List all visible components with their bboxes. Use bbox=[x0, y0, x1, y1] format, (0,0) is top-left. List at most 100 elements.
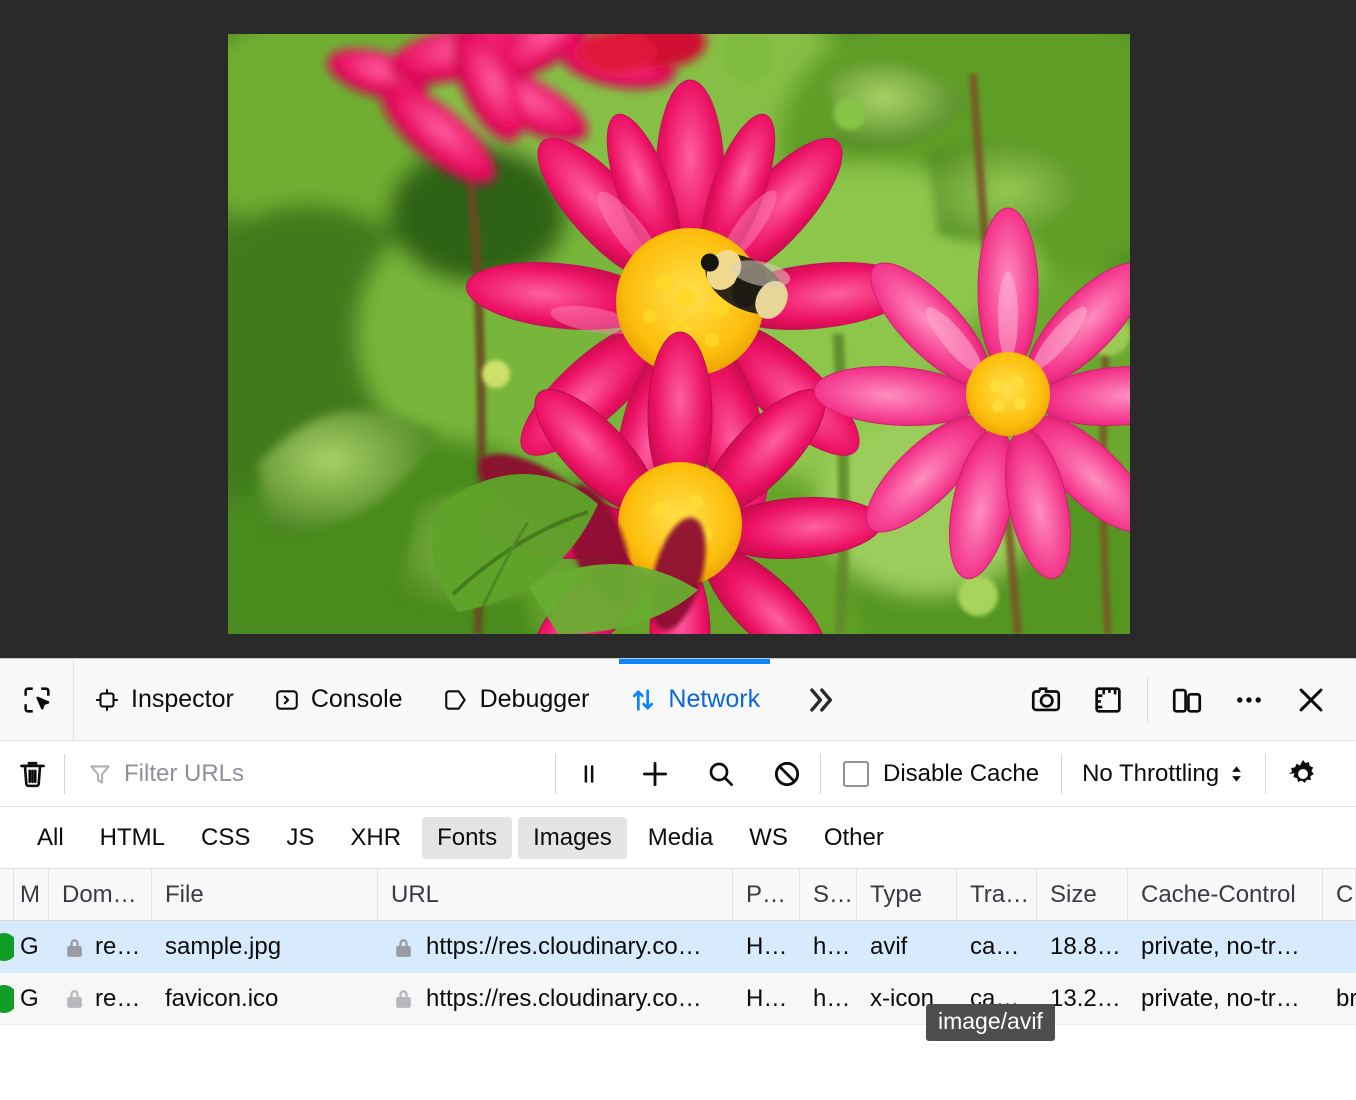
pause-requests-button[interactable] bbox=[556, 741, 622, 807]
tab-inspector[interactable]: Inspector bbox=[74, 659, 254, 740]
ellipsis-icon bbox=[1232, 683, 1266, 717]
tab-console-label: Console bbox=[311, 685, 403, 714]
filter-all[interactable]: All bbox=[22, 817, 79, 859]
devtools-toolbar-right bbox=[1015, 659, 1356, 740]
column-header-status[interactable] bbox=[0, 869, 14, 920]
screenshot-button[interactable] bbox=[1015, 659, 1077, 741]
row-cache-control: private, no-tr… bbox=[1128, 921, 1323, 973]
row-url-cell: https://res.cloudinary.co… bbox=[378, 973, 733, 1024]
ruler-icon bbox=[1091, 683, 1125, 717]
devtools-panel: Inspector Console Debugger bbox=[0, 658, 1356, 1100]
row-url: https://res.cloudinary.co… bbox=[426, 985, 702, 1013]
filter-other[interactable]: Other bbox=[809, 817, 899, 859]
network-icon bbox=[629, 686, 657, 714]
table-row[interactable]: G re… sample.jpg https://res.cloudinary.… bbox=[0, 921, 1356, 973]
filter-fonts[interactable]: Fonts bbox=[422, 817, 512, 859]
column-header-file[interactable]: File bbox=[152, 869, 378, 920]
row-url: https://res.cloudinary.co… bbox=[426, 933, 702, 961]
block-requests-button[interactable] bbox=[754, 741, 820, 807]
row-domain: re… bbox=[95, 985, 140, 1013]
tab-debugger[interactable]: Debugger bbox=[423, 659, 610, 740]
tabs-overflow-button[interactable] bbox=[780, 659, 858, 740]
tab-debugger-label: Debugger bbox=[480, 685, 590, 714]
row-content-encoding: br bbox=[1323, 973, 1356, 1024]
lock-icon bbox=[391, 986, 416, 1011]
disable-cache-label: Disable Cache bbox=[883, 760, 1039, 788]
column-header-priority[interactable]: P… bbox=[733, 869, 800, 920]
debugger-icon bbox=[443, 687, 469, 713]
column-header-domain[interactable]: Dom… bbox=[49, 869, 152, 920]
filter-images[interactable]: Images bbox=[518, 817, 627, 859]
row-method: G bbox=[14, 973, 49, 1024]
row-cache-control: private, no-tr… bbox=[1128, 973, 1323, 1024]
devtools-tabbar: Inspector Console Debugger bbox=[0, 659, 1356, 741]
row-status-indicator bbox=[0, 921, 14, 973]
devtools-tab-list: Inspector Console Debugger bbox=[74, 659, 1015, 740]
filter-html[interactable]: HTML bbox=[85, 817, 180, 859]
column-header-method[interactable]: M bbox=[14, 869, 49, 920]
chevron-double-right-icon bbox=[802, 683, 836, 717]
dahlia-photo[interactable] bbox=[228, 34, 1130, 634]
tab-console[interactable]: Console bbox=[254, 659, 423, 740]
measure-tool-button[interactable] bbox=[1077, 659, 1139, 741]
close-devtools-button[interactable] bbox=[1280, 659, 1342, 741]
row-url-cell: https://res.cloudinary.co… bbox=[378, 921, 733, 973]
lock-icon bbox=[391, 935, 416, 960]
element-picker-icon bbox=[20, 683, 54, 717]
browser-content-viewport bbox=[0, 0, 1356, 658]
row-priority: H… bbox=[733, 973, 800, 1024]
filter-js[interactable]: JS bbox=[271, 817, 329, 859]
disable-cache-box bbox=[843, 761, 869, 787]
filter-xhr[interactable]: XHR bbox=[335, 817, 416, 859]
tab-inspector-label: Inspector bbox=[131, 685, 234, 714]
throttling-value: No Throttling bbox=[1082, 760, 1219, 788]
dahlia-photo-graphic bbox=[228, 34, 1130, 634]
clear-requests-button[interactable] bbox=[0, 757, 64, 790]
search-icon bbox=[705, 758, 737, 790]
table-header-row: M Dom… File URL P… S… Type Tra… Size Cac… bbox=[0, 869, 1356, 921]
network-request-table: M Dom… File URL P… S… Type Tra… Size Cac… bbox=[0, 869, 1356, 1100]
column-header-transferred[interactable]: Tra… bbox=[957, 869, 1037, 920]
tab-network-label: Network bbox=[668, 685, 760, 714]
column-header-scheme[interactable]: S… bbox=[800, 869, 857, 920]
row-scheme: h… bbox=[800, 973, 857, 1024]
filter-urls-placeholder: Filter URLs bbox=[124, 760, 244, 788]
lock-icon bbox=[62, 935, 87, 960]
devtools-menu-button[interactable] bbox=[1218, 659, 1280, 741]
column-header-size[interactable]: Size bbox=[1037, 869, 1128, 920]
row-transferred: ca… bbox=[957, 921, 1037, 973]
row-file: sample.jpg bbox=[152, 921, 378, 973]
filter-media[interactable]: Media bbox=[633, 817, 728, 859]
filter-urls-input[interactable]: Filter URLs bbox=[65, 760, 555, 788]
network-settings-button[interactable] bbox=[1266, 741, 1340, 807]
table-row[interactable]: G re… favicon.ico https://res.cloudinary… bbox=[0, 973, 1356, 1025]
throttling-select[interactable]: No Throttling bbox=[1062, 760, 1265, 788]
status-ok-badge bbox=[0, 985, 14, 1013]
row-size: 18.8… bbox=[1037, 921, 1128, 973]
row-type: avif bbox=[857, 921, 957, 973]
row-domain-cell: re… bbox=[49, 973, 152, 1024]
row-scheme: h… bbox=[800, 921, 857, 973]
search-requests-button[interactable] bbox=[688, 741, 754, 807]
request-type-filters: All HTML CSS JS XHR Fonts Images Media W… bbox=[0, 807, 1356, 869]
new-request-button[interactable] bbox=[622, 741, 688, 807]
lock-icon bbox=[62, 986, 87, 1011]
disable-cache-checkbox[interactable]: Disable Cache bbox=[821, 760, 1061, 788]
filter-ws[interactable]: WS bbox=[734, 817, 803, 859]
row-status-indicator bbox=[0, 973, 14, 1024]
close-icon bbox=[1294, 683, 1328, 717]
filter-css[interactable]: CSS bbox=[186, 817, 265, 859]
column-header-cache-control[interactable]: Cache-Control bbox=[1128, 869, 1323, 920]
plus-icon bbox=[638, 757, 672, 791]
trash-icon bbox=[16, 757, 49, 790]
responsive-design-mode-button[interactable] bbox=[1156, 659, 1218, 741]
element-picker-button[interactable] bbox=[0, 659, 74, 740]
tab-network[interactable]: Network bbox=[609, 659, 780, 740]
row-content-encoding bbox=[1323, 921, 1356, 973]
column-header-url[interactable]: URL bbox=[378, 869, 733, 920]
status-ok-badge bbox=[0, 933, 14, 961]
row-priority: H… bbox=[733, 921, 800, 973]
column-header-type[interactable]: Type bbox=[857, 869, 957, 920]
column-header-content-encoding[interactable]: C bbox=[1323, 869, 1356, 920]
inspector-icon bbox=[94, 687, 120, 713]
